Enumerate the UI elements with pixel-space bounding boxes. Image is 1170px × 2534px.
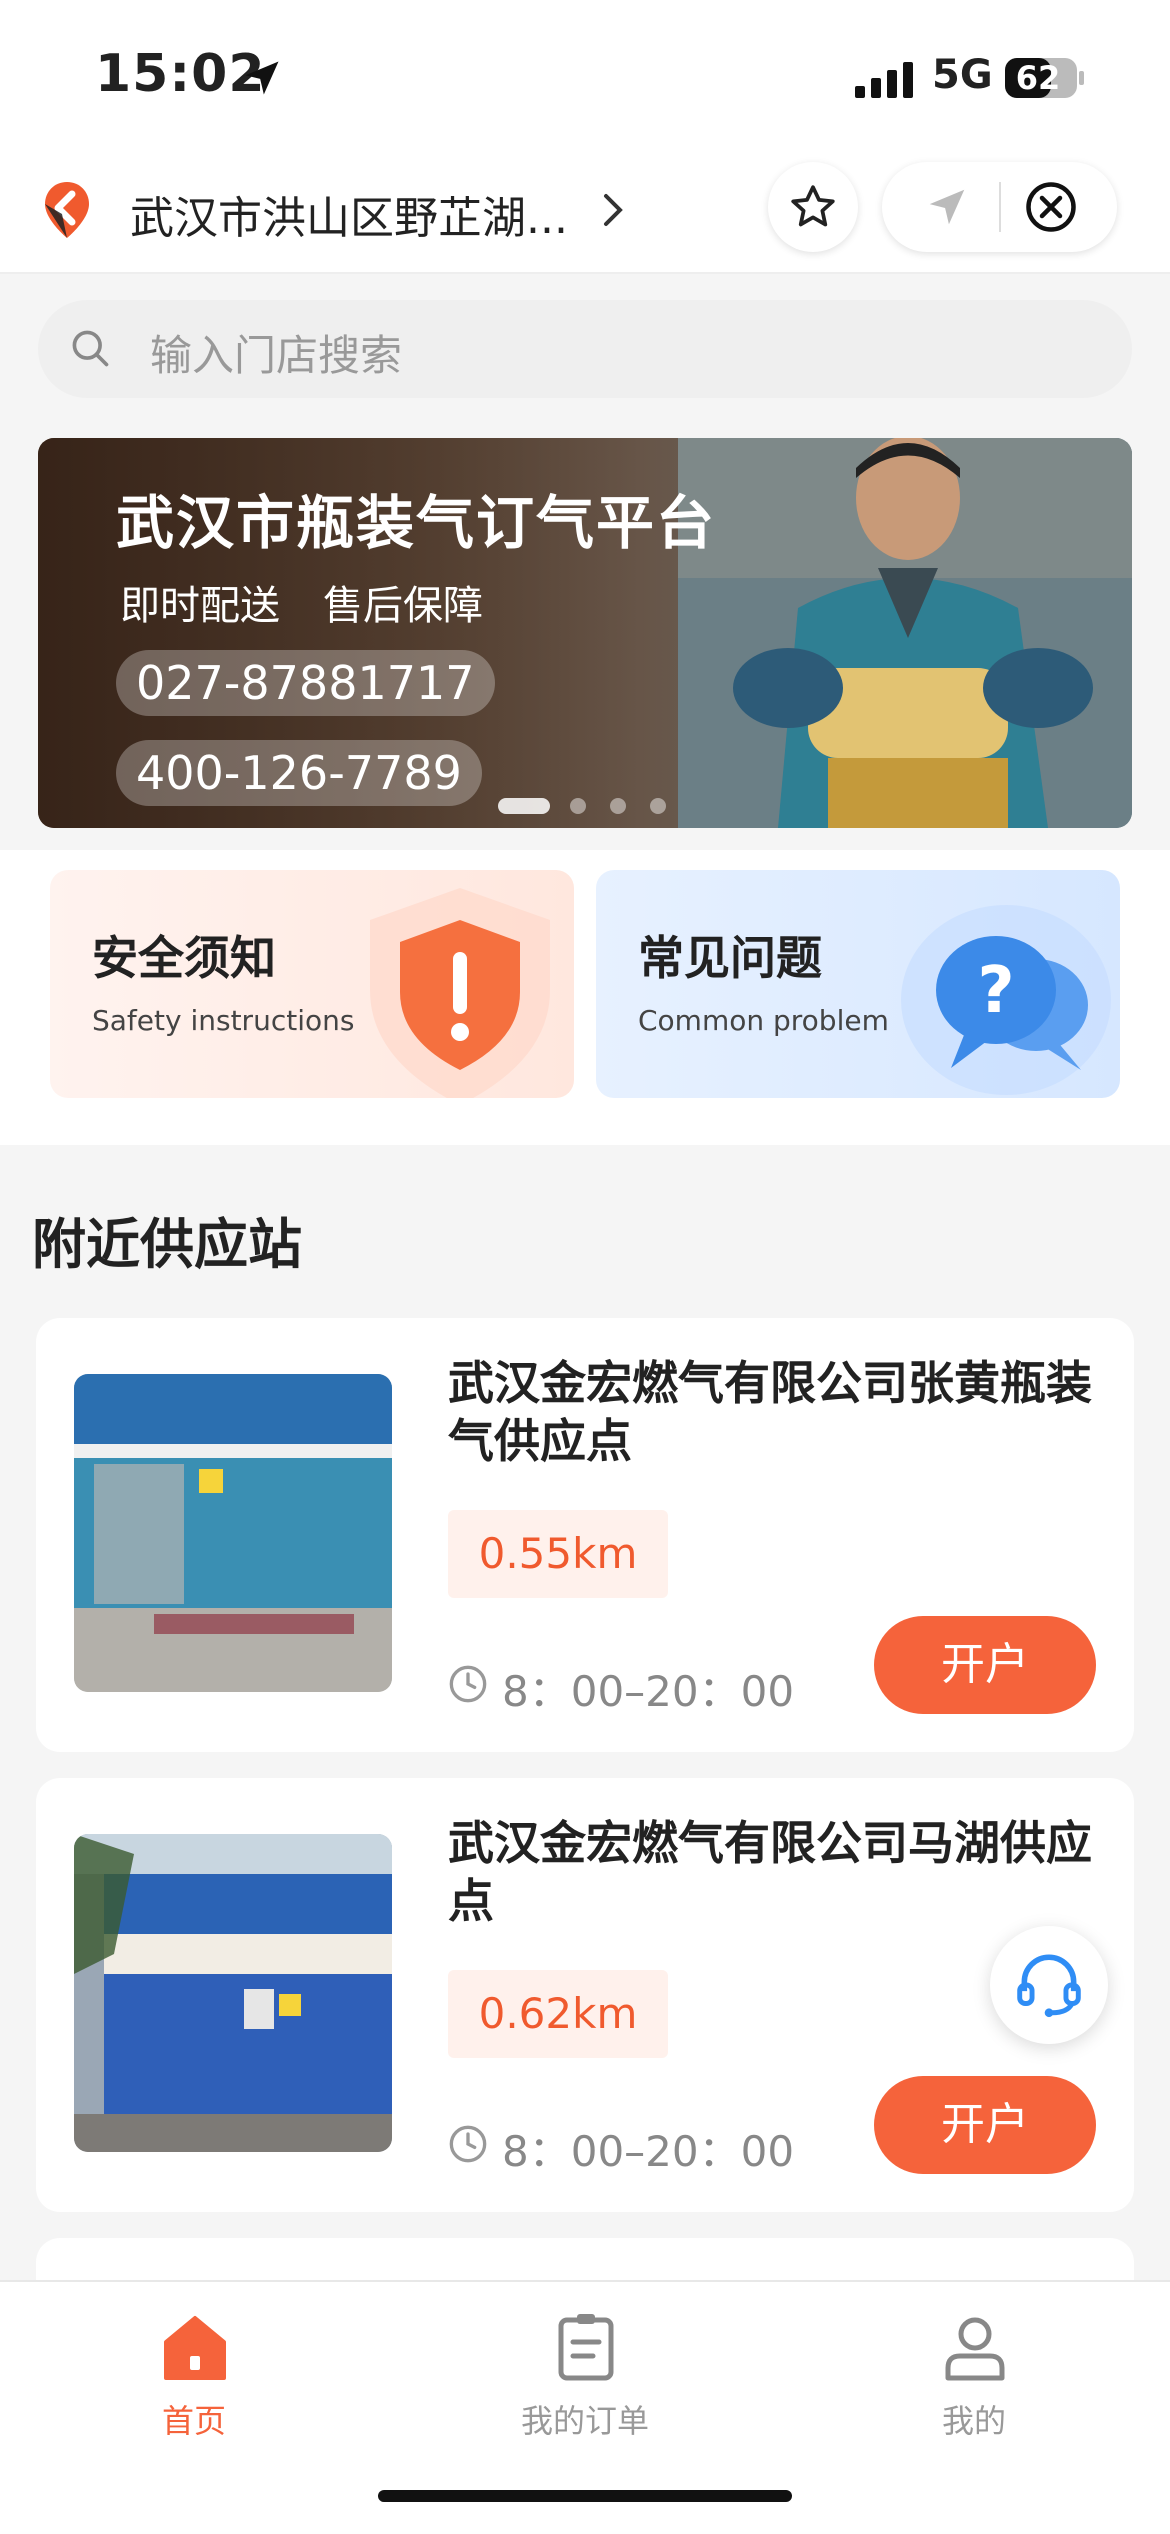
distance-badge: 0.55km: [448, 1510, 668, 1598]
faq-card[interactable]: ? 常见问题 Common problem: [596, 870, 1120, 1098]
tab-me[interactable]: 我的: [854, 2300, 1094, 2460]
quick-links: 安全须知 Safety instructions ? 常见问题 Common p…: [0, 850, 1170, 1145]
location-services-icon: [245, 61, 279, 95]
store-name: 武汉金宏燃气有限公司马湖供应点: [448, 1816, 1092, 1928]
carousel-dot: [650, 798, 666, 814]
cellular-signal-icon: [855, 62, 913, 98]
delivery-rider-image: [678, 438, 1132, 828]
banner-feature-aftersales: 售后保障: [323, 583, 483, 629]
tab-me-label: 我的: [941, 2402, 1006, 2440]
tab-home[interactable]: 首页: [74, 2300, 314, 2460]
banner-phone-1[interactable]: 027-87881717: [116, 650, 495, 716]
shield-warning-icon: [370, 888, 550, 1098]
location-logo-icon: [45, 182, 89, 238]
nearby-stations-title: 附近供应站: [32, 1213, 302, 1276]
chevron-right-icon[interactable]: [598, 186, 628, 234]
storefront-image: [74, 1834, 392, 2152]
home-indicator: [378, 2490, 792, 2502]
battery-level: 62: [1015, 59, 1061, 97]
distance-badge: 0.62km: [448, 1970, 668, 2058]
location-header: 武汉市洪山区野芷湖...: [0, 150, 1170, 274]
business-hours: 8：00–20：00: [502, 2127, 795, 2176]
status-bar: 15:02 5G 62: [0, 0, 1170, 150]
store-card[interactable]: 武汉金宏燃气有限公司张黄瓶装气供应点 0.55km 8：00–20：00 开户: [36, 1318, 1134, 1752]
tab-orders[interactable]: 我的订单: [465, 2300, 705, 2460]
store-card[interactable]: 武汉金宏燃气有限公司马湖供应点 0.62km 8：00–20：00 开户: [36, 1778, 1134, 2212]
distance-text: 0.62km: [478, 1989, 638, 2038]
clock-icon: [449, 1665, 487, 1703]
search-icon: [72, 330, 109, 367]
banner-feature-delivery: 即时配送: [120, 583, 280, 629]
navigate-icon[interactable]: [924, 184, 970, 230]
open-account-button[interactable]: 开户: [874, 2076, 1096, 2174]
distance-text: 0.55km: [478, 1529, 638, 1578]
safety-instructions-card[interactable]: 安全须知 Safety instructions: [50, 870, 574, 1098]
search-placeholder: 输入门店搜索: [150, 331, 403, 380]
store-search-input[interactable]: 输入门店搜索: [38, 300, 1132, 398]
star-icon: [791, 185, 835, 227]
storefront-image: [74, 1374, 392, 1692]
clock-icon: [449, 2125, 487, 2163]
banner-phone-2[interactable]: 400-126-7789: [116, 740, 482, 806]
map-actions-pill: [882, 162, 1117, 252]
address-text[interactable]: 武汉市洪山区野芷湖...: [130, 182, 568, 246]
promo-banner[interactable]: 武汉市瓶装气订气平台 即时配送 售后保障 027-87881717 400-12…: [38, 438, 1132, 828]
safety-title: 安全须知: [92, 931, 276, 985]
tab-orders-label: 我的订单: [520, 2402, 649, 2440]
tab-home-label: 首页: [161, 2402, 226, 2440]
customer-service-button[interactable]: [990, 1926, 1108, 2044]
close-circle-icon[interactable]: [1024, 180, 1078, 234]
question-bubble-icon: ?: [901, 905, 1111, 1095]
divider: [999, 182, 1001, 232]
faq-title: 常见问题: [638, 931, 822, 985]
open-account-button[interactable]: 开户: [874, 1616, 1096, 1714]
home-icon: [164, 2316, 226, 2380]
carousel-indicator: [498, 794, 698, 814]
safety-subtitle: Safety instructions: [92, 1004, 355, 1037]
carousel-dot: [570, 798, 586, 814]
orders-icon: [558, 2314, 614, 2381]
svg-text:?: ?: [977, 954, 1014, 1028]
banner-title: 武汉市瓶装气订气平台: [116, 489, 717, 557]
network-type: 5G: [932, 52, 993, 98]
carousel-dot-active: [498, 798, 550, 814]
headset-icon: [1017, 1954, 1081, 2018]
store-name: 武汉金宏燃气有限公司张黄瓶装气供应点: [448, 1356, 1092, 1468]
favorite-button[interactable]: [768, 162, 858, 252]
carousel-dot: [610, 798, 626, 814]
faq-subtitle: Common problem: [638, 1004, 889, 1037]
business-hours: 8：00–20：00: [502, 1667, 795, 1716]
profile-icon: [945, 2317, 1005, 2381]
